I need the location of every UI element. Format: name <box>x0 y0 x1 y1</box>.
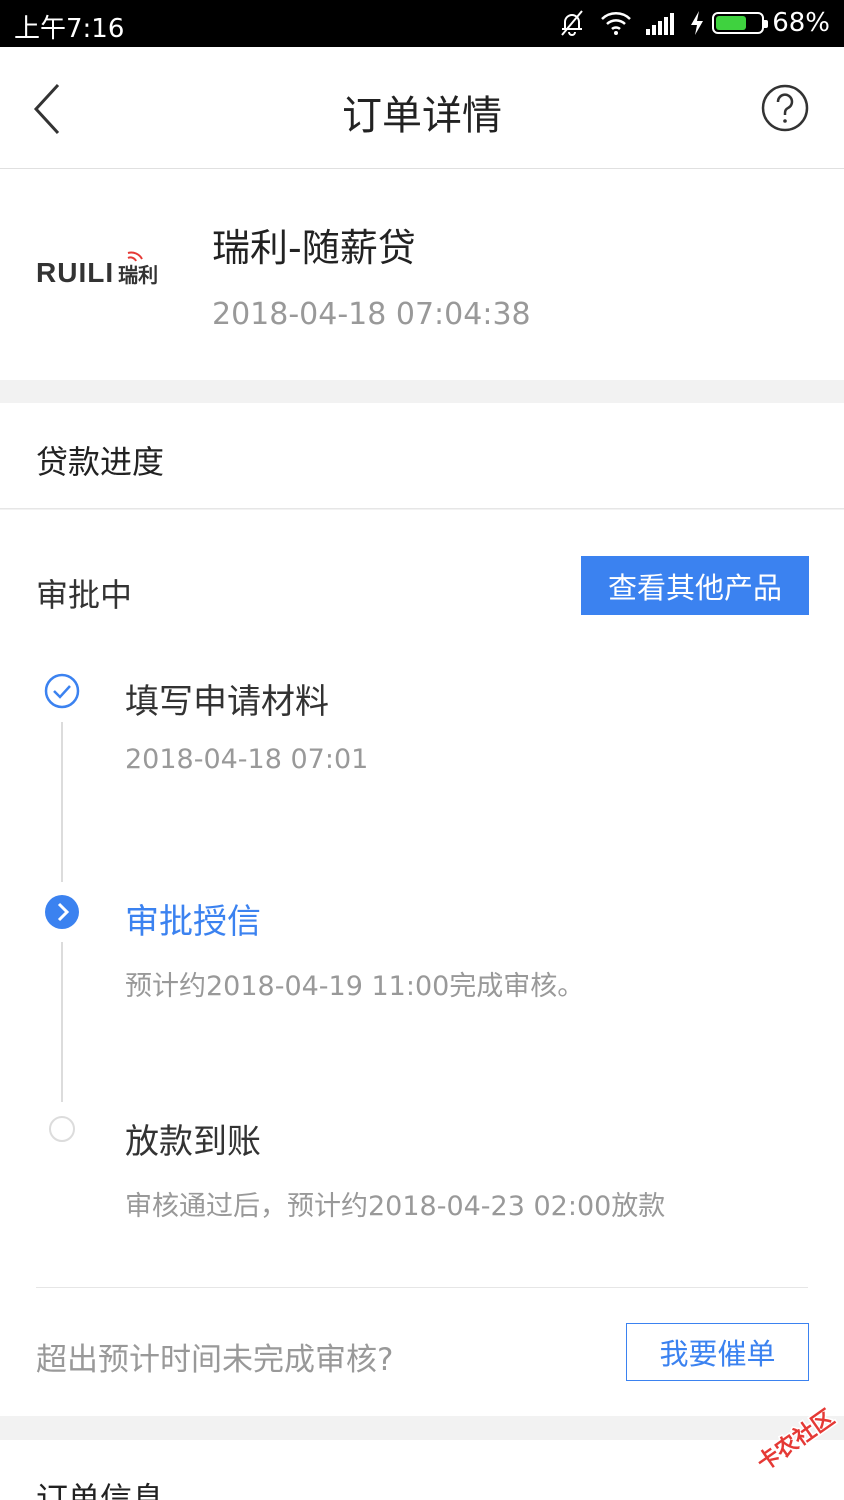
logo-cn: 瑞利 <box>118 263 159 287</box>
page-title: 订单详情 <box>342 93 502 139</box>
bell-muted-icon <box>558 9 586 37</box>
battery-icon <box>712 12 769 34</box>
order-info-header: 订单信息 <box>0 1440 844 1500</box>
battery-percent: 68% <box>772 8 830 38</box>
loan-progress-label: 贷款进度 <box>36 443 165 481</box>
product-logo: RUILI 瑞利 <box>36 251 176 293</box>
product-card: RUILI 瑞利 瑞利-随薪贷 2018-04-18 07:04:38 <box>0 169 844 380</box>
step-connector <box>61 942 63 1102</box>
battery-fill <box>716 16 747 30</box>
empty-circle-icon <box>47 1114 77 1148</box>
step-title-fill-application: 填写申请材料 <box>125 682 329 722</box>
signal-icon <box>646 11 676 35</box>
charging-icon <box>691 11 704 35</box>
wifi-icon <box>600 10 632 36</box>
step-connector <box>61 722 63 882</box>
approval-status: 审批中 <box>36 576 133 614</box>
product-name: 瑞利-随薪贷 <box>212 226 416 270</box>
status-bar: 上午7:16 68% <box>0 0 844 47</box>
step-title-approval: 审批授信 <box>125 902 261 942</box>
step-title-disbursement: 放款到账 <box>125 1122 261 1162</box>
check-circle-icon <box>43 672 81 714</box>
divider <box>36 1287 808 1288</box>
logo-text: RUILI <box>36 257 115 288</box>
order-info-label: 订单信息 <box>36 1480 165 1500</box>
svg-text:卡农社区: 卡农社区 <box>752 1405 838 1476</box>
help-button[interactable] <box>760 83 810 133</box>
view-other-products-button[interactable]: 查看其他产品 <box>581 556 809 615</box>
nav-bar: 订单详情 <box>0 47 844 169</box>
step-desc-fill-application: 2018-04-18 07:01 <box>125 744 369 775</box>
step-desc-disbursement: 审核通过后，预计约2018-04-23 02:00放款 <box>125 1191 666 1222</box>
logo-signal-icon <box>127 251 143 262</box>
progress-panel: 审批中 查看其他产品 填写申请材料 2018-04-18 07:01 审批授信 … <box>0 510 844 1416</box>
battery-indicator: 68% <box>690 8 830 38</box>
chevron-right-circle-icon <box>43 893 81 935</box>
product-date: 2018-04-18 07:04:38 <box>212 297 531 332</box>
overdue-question: 超出预计时间未完成审核? <box>36 1342 394 1378</box>
status-icons: 68% <box>558 8 830 38</box>
watermark-logo: 卡农社区 <box>742 1402 842 1482</box>
question-circle-icon <box>761 84 809 132</box>
step-desc-approval: 预计约2018-04-19 11:00完成审核。 <box>125 971 585 1002</box>
status-time: 上午7:16 <box>14 14 125 44</box>
loan-progress-header: 贷款进度 <box>0 403 844 509</box>
urge-order-button[interactable]: 我要催单 <box>626 1323 809 1381</box>
